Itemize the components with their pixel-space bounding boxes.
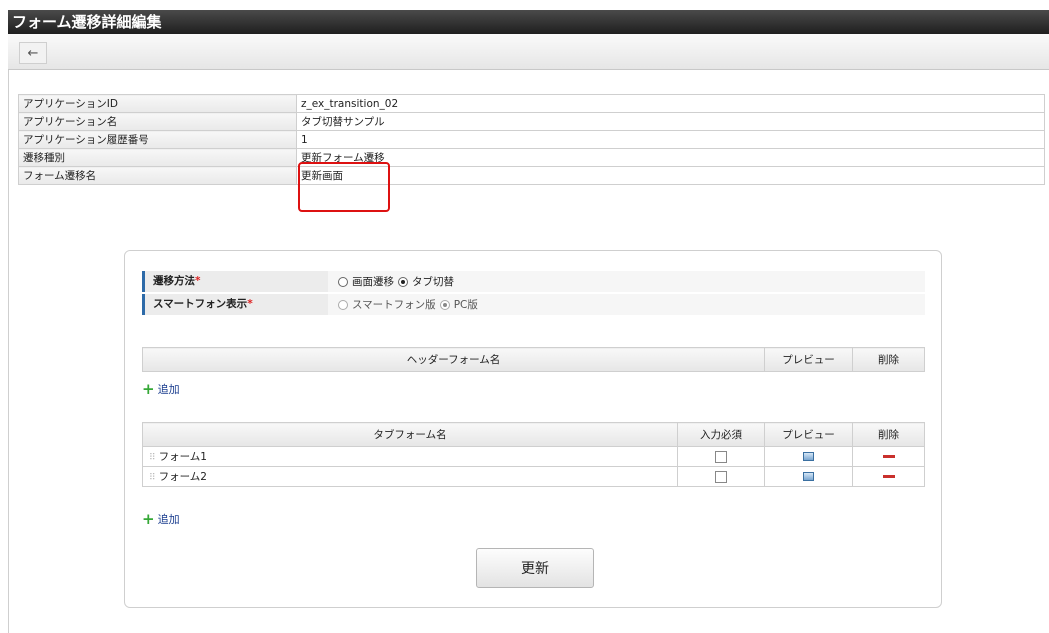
required-mark: *	[195, 275, 201, 287]
plus-icon: +	[142, 509, 155, 528]
info-value: タブ切替サンプル	[296, 112, 1045, 131]
info-value: 更新画面	[296, 166, 1045, 185]
window-title: フォーム遷移詳細編集	[8, 10, 1049, 34]
application-info-table: アプリケーションID z_ex_transition_02 アプリケーション名 …	[18, 94, 1045, 185]
preview-cell	[764, 466, 853, 487]
info-value: 1	[296, 130, 1045, 149]
required-checkbox[interactable]	[715, 450, 727, 463]
radio-screen-transition[interactable]	[338, 276, 348, 287]
info-value: 更新フォーム遷移	[296, 148, 1045, 167]
column-header-form-name: ヘッダーフォーム名	[142, 347, 765, 372]
header-form-header-row: ヘッダーフォーム名 プレビュー 削除	[142, 347, 925, 372]
tab-form-name: フォーム2	[158, 471, 207, 483]
settings-section: 遷移方法* 画面遷移 タブ切替 スマートフォン表示* スマートフォン版 PC版	[142, 271, 925, 317]
setting-transition-method: 遷移方法* 画面遷移 タブ切替	[142, 271, 925, 292]
table-row: ⠿ フォーム2	[142, 466, 925, 487]
info-row-transition-name: フォーム遷移名 更新画面	[18, 166, 1045, 185]
setting-label: スマートフォン表示*	[142, 294, 328, 315]
info-key: 遷移種別	[18, 148, 297, 167]
info-row-transition-type: 遷移種別 更新フォーム遷移	[18, 148, 1045, 167]
info-value: z_ex_transition_02	[296, 94, 1045, 113]
plus-icon: +	[142, 379, 155, 398]
column-preview: プレビュー	[764, 422, 853, 447]
add-tab-form-link[interactable]: + 追加	[142, 511, 180, 527]
highlight-box	[298, 162, 390, 212]
tab-form-header-row: タブフォーム名 入力必須 プレビュー 削除	[142, 422, 925, 447]
setting-label-text: 遷移方法	[153, 275, 195, 287]
back-button[interactable]: ←	[19, 42, 47, 64]
update-button[interactable]: 更新	[476, 548, 594, 588]
option-label: タブ切替	[412, 276, 454, 288]
info-row-history-number: アプリケーション履歴番号 1	[18, 130, 1045, 149]
table-row: ⠿ フォーム1	[142, 446, 925, 467]
column-delete: 削除	[852, 422, 925, 447]
radio-tab-switch[interactable]	[398, 276, 408, 287]
setting-label: 遷移方法*	[142, 271, 328, 292]
setting-label-text: スマートフォン表示	[153, 298, 248, 310]
info-key: フォーム遷移名	[18, 166, 297, 185]
required-mark: *	[247, 298, 253, 310]
tab-form-name: フォーム1	[158, 451, 207, 463]
add-label: 追加	[157, 383, 180, 396]
option-label: スマートフォン版	[352, 299, 436, 311]
delete-cell	[852, 466, 925, 487]
info-key: アプリケーション名	[18, 112, 297, 131]
info-key: アプリケーション履歴番号	[18, 130, 297, 149]
info-key: アプリケーションID	[18, 94, 297, 113]
column-delete: 削除	[852, 347, 925, 372]
option-label: PC版	[453, 299, 478, 311]
required-checkbox[interactable]	[715, 470, 727, 483]
transition-method-options: 画面遷移 タブ切替	[328, 274, 454, 289]
header-form-table: ヘッダーフォーム名 プレビュー 削除	[142, 347, 925, 372]
arrow-left-icon: ←	[27, 45, 39, 61]
add-label: 追加	[157, 513, 180, 526]
option-label: 画面遷移	[352, 276, 394, 288]
column-required: 入力必須	[677, 422, 765, 447]
setting-smartphone-display: スマートフォン表示* スマートフォン版 PC版	[142, 294, 925, 315]
delete-cell	[852, 446, 925, 467]
drag-handle-icon[interactable]: ⠿	[149, 473, 156, 483]
page-left-border	[8, 70, 9, 633]
add-header-form-link[interactable]: + 追加	[142, 381, 180, 397]
required-cell	[677, 446, 765, 467]
tab-form-name-cell: ⠿ フォーム1	[142, 446, 678, 467]
drag-handle-icon[interactable]: ⠿	[149, 453, 156, 463]
preview-cell	[764, 446, 853, 467]
toolbar: ←	[8, 34, 1049, 70]
delete-icon[interactable]	[882, 475, 895, 478]
info-row-app-id: アプリケーションID z_ex_transition_02	[18, 94, 1045, 113]
column-preview: プレビュー	[764, 347, 853, 372]
radio-pc-version[interactable]	[439, 299, 450, 310]
delete-icon[interactable]	[882, 455, 895, 458]
info-row-app-name: アプリケーション名 タブ切替サンプル	[18, 112, 1045, 131]
tab-form-name-cell: ⠿ フォーム2	[142, 466, 678, 487]
required-cell	[677, 466, 765, 487]
smartphone-display-options: スマートフォン版 PC版	[328, 297, 478, 312]
tab-form-table: タブフォーム名 入力必須 プレビュー 削除 ⠿ フォーム1 ⠿ フォーム2	[142, 422, 925, 487]
column-tab-form-name: タブフォーム名	[142, 422, 678, 447]
edit-panel: 遷移方法* 画面遷移 タブ切替 スマートフォン表示* スマートフォン版 PC版 …	[124, 250, 942, 608]
radio-smartphone-version[interactable]	[338, 299, 348, 310]
preview-icon[interactable]	[803, 452, 814, 461]
preview-icon[interactable]	[803, 472, 814, 481]
